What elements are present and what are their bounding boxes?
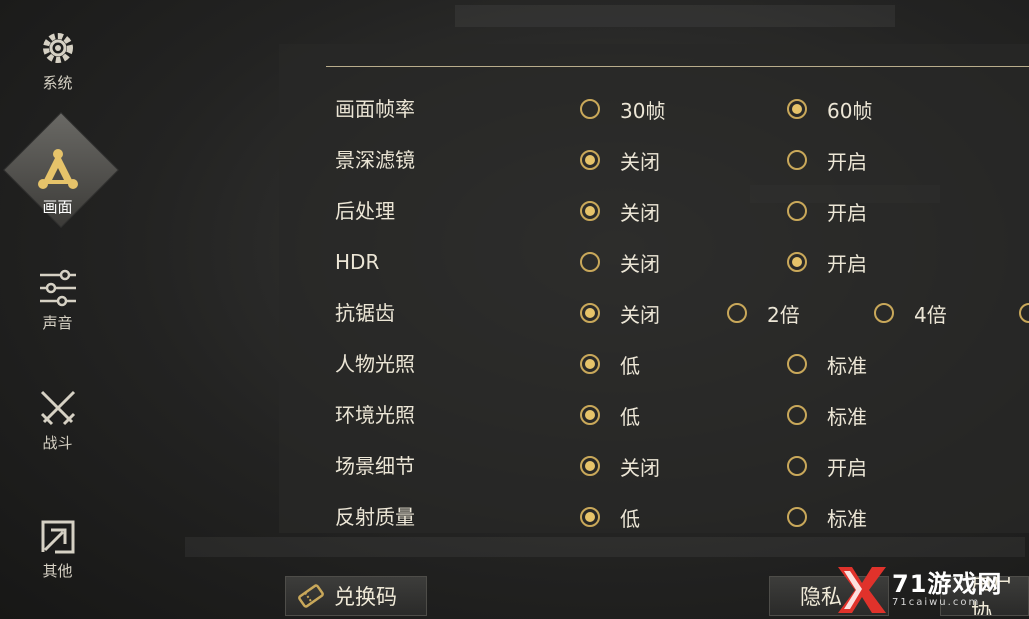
setting-row-scene-detail: 场景细节 关闭 开启 bbox=[0, 446, 1029, 486]
setting-row-character-lighting: 人物光照 低 标准 bbox=[0, 344, 1029, 384]
radio-button[interactable] bbox=[787, 201, 807, 221]
radio-button-selected[interactable] bbox=[580, 303, 600, 323]
radio-button-selected[interactable] bbox=[580, 507, 600, 527]
setting-label: 抗锯齿 bbox=[335, 301, 395, 325]
redeem-code-label: 兑换码 bbox=[334, 585, 397, 609]
option-standard[interactable]: 标准 bbox=[787, 497, 867, 537]
option-label: 60帧 bbox=[827, 98, 873, 123]
option-label: 4倍 bbox=[914, 302, 947, 327]
option-4x[interactable]: 4倍 bbox=[874, 293, 947, 333]
setting-label: 人物光照 bbox=[335, 352, 415, 376]
option-30fps[interactable]: 30帧 bbox=[580, 89, 665, 129]
option-label: 标准 bbox=[827, 404, 867, 429]
radio-button[interactable] bbox=[787, 507, 807, 527]
watermark-text: 71游戏网 bbox=[892, 570, 1003, 598]
option-2x[interactable]: 2倍 bbox=[727, 293, 800, 333]
setting-label: HDR bbox=[335, 250, 380, 274]
radio-button-selected[interactable] bbox=[580, 405, 600, 425]
radio-button-selected[interactable] bbox=[580, 456, 600, 476]
option-label: 关闭 bbox=[620, 302, 660, 327]
option-label: 低 bbox=[620, 506, 640, 531]
gear-icon bbox=[42, 33, 73, 63]
sidebar-item-system[interactable]: 系统 bbox=[0, 28, 115, 93]
option-off[interactable]: 关闭 bbox=[580, 293, 660, 333]
setting-row-frame-rate: 画面帧率 30帧 60帧 bbox=[0, 89, 1029, 129]
radio-button[interactable] bbox=[787, 354, 807, 374]
option-label: 标准 bbox=[827, 506, 867, 531]
setting-row-anti-aliasing: 抗锯齿 关闭 2倍 4倍 bbox=[0, 293, 1029, 333]
sidebar-item-label: 其他 bbox=[42, 562, 73, 580]
radio-button[interactable] bbox=[1019, 303, 1029, 323]
setting-label: 画面帧率 bbox=[335, 97, 415, 121]
radio-button[interactable] bbox=[787, 150, 807, 170]
option-label: 标准 bbox=[827, 353, 867, 378]
option-label: 关闭 bbox=[620, 200, 660, 225]
setting-label: 后处理 bbox=[335, 199, 395, 223]
ticket-icon bbox=[298, 584, 324, 608]
option-label: 关闭 bbox=[620, 149, 660, 174]
option-label: 开启 bbox=[827, 200, 867, 225]
radio-button-selected[interactable] bbox=[787, 252, 807, 272]
option-on[interactable]: 开启 bbox=[787, 140, 867, 180]
setting-label: 环境光照 bbox=[335, 403, 415, 427]
option-label: 低 bbox=[620, 404, 640, 429]
radio-button[interactable] bbox=[787, 405, 807, 425]
option-on[interactable]: 开启 bbox=[787, 242, 867, 282]
setting-row-depth-of-field: 景深滤镜 关闭 开启 bbox=[0, 140, 1029, 180]
setting-row-post-processing: 后处理 关闭 开启 bbox=[0, 191, 1029, 231]
option-more-partial[interactable] bbox=[1019, 293, 1029, 333]
option-label: 开启 bbox=[827, 149, 867, 174]
radio-button-selected[interactable] bbox=[580, 354, 600, 374]
radio-button-selected[interactable] bbox=[787, 99, 807, 119]
radio-button-selected[interactable] bbox=[580, 201, 600, 221]
option-standard[interactable]: 标准 bbox=[787, 344, 867, 384]
option-off[interactable]: 关闭 bbox=[580, 191, 660, 231]
setting-row-reflection-quality: 反射质量 低 标准 bbox=[0, 497, 1029, 537]
setting-row-environment-lighting: 环境光照 低 标准 bbox=[0, 395, 1029, 435]
option-60fps[interactable]: 60帧 bbox=[787, 89, 872, 129]
watermark-subtext: 71caiwu.com bbox=[892, 597, 981, 608]
radio-button[interactable] bbox=[874, 303, 894, 323]
option-label: 开启 bbox=[827, 455, 867, 480]
radio-button[interactable] bbox=[580, 252, 600, 272]
site-watermark-logo: 71游戏网 71caiwu.com bbox=[836, 560, 1029, 619]
redeem-code-button[interactable]: 兑换码 bbox=[285, 576, 427, 616]
option-low[interactable]: 低 bbox=[580, 395, 640, 435]
setting-label: 场景细节 bbox=[335, 454, 415, 478]
radio-button[interactable] bbox=[580, 99, 600, 119]
option-label: 关闭 bbox=[620, 455, 660, 480]
setting-row-hdr: HDR 关闭 开启 bbox=[0, 242, 1029, 282]
radio-button[interactable] bbox=[727, 303, 747, 323]
option-label: 2倍 bbox=[767, 302, 800, 327]
option-off[interactable]: 关闭 bbox=[580, 242, 660, 282]
setting-label: 反射质量 bbox=[335, 505, 415, 529]
option-low[interactable]: 低 bbox=[580, 497, 640, 537]
option-on[interactable]: 开启 bbox=[787, 446, 867, 486]
panel-divider bbox=[326, 66, 1029, 67]
x-logo-icon bbox=[838, 566, 886, 613]
option-label: 30帧 bbox=[620, 98, 666, 123]
option-standard[interactable]: 标准 bbox=[787, 395, 867, 435]
option-label: 关闭 bbox=[620, 251, 660, 276]
option-label: 低 bbox=[620, 353, 640, 378]
option-label: 开启 bbox=[827, 251, 867, 276]
radio-button[interactable] bbox=[787, 456, 807, 476]
option-low[interactable]: 低 bbox=[580, 344, 640, 384]
option-off[interactable]: 关闭 bbox=[580, 140, 660, 180]
setting-label: 景深滤镜 bbox=[335, 148, 415, 172]
option-on[interactable]: 开启 bbox=[787, 191, 867, 231]
radio-button-selected[interactable] bbox=[580, 150, 600, 170]
option-off[interactable]: 关闭 bbox=[580, 446, 660, 486]
